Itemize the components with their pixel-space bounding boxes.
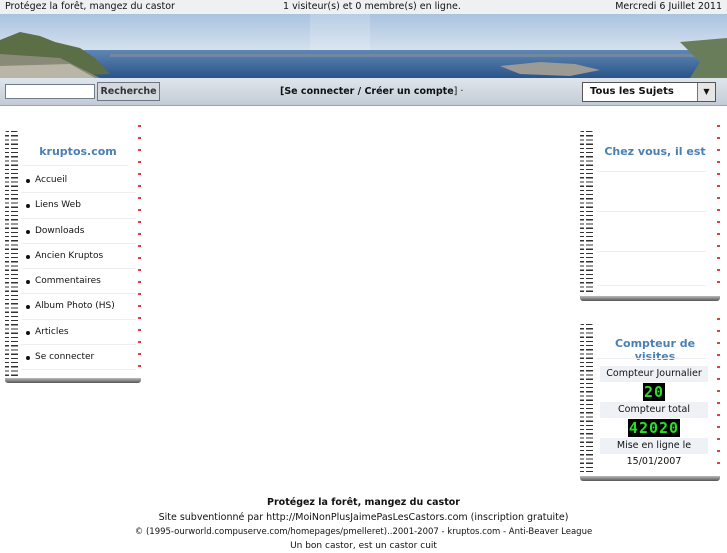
spiral-binding-icon: [5, 131, 18, 377]
topics-select[interactable]: Tous les Sujets ▼: [582, 82, 716, 102]
footer-sponsor: Site subventionné par http://MoiNonPlusJ…: [158, 512, 569, 523]
top-info-bar: Protégez la forêt, mangez du castor 1 vi…: [0, 0, 727, 15]
search-button[interactable]: Recherche: [97, 82, 160, 101]
page-footer: Protégez la forêt, mangez du castor Site…: [0, 495, 727, 553]
panorama-image: [0, 14, 727, 78]
bullet-icon: [26, 330, 30, 335]
bullet-icon: [26, 179, 30, 183]
bullet-icon: [26, 229, 30, 234]
total-counter-label: Compteur total: [600, 402, 708, 418]
clock-block-title: Chez vous, il est: [604, 145, 706, 158]
counter-panel: Compteur Journalier 20 Compteur total 42…: [600, 366, 708, 470]
spiral-binding-icon: [580, 131, 593, 295]
current-date: Mercredi 6 Juillet 2011: [615, 1, 722, 12]
menu-item-articles[interactable]: Articles: [21, 320, 136, 346]
bullet-icon: [26, 204, 30, 209]
menu-item-downloads[interactable]: Downloads: [21, 219, 136, 244]
counter-block-title: Compteur de visites: [614, 337, 696, 363]
menu-item-label: Commentaires: [35, 276, 101, 287]
topics-select-value: Tous les Sujets: [590, 86, 674, 97]
menu-item-label: Se connecter: [35, 352, 95, 363]
dotted-margin: [138, 125, 141, 375]
bracket-close: ] ·: [453, 86, 464, 97]
left-block-title: kruptos.com: [39, 145, 117, 158]
main-menu: Accueil Liens Web Downloads Ancien Krupt…: [21, 168, 136, 371]
divider: [597, 251, 707, 252]
menu-item-label: Articles: [35, 326, 69, 337]
divider: [597, 211, 707, 212]
menu-item-se-connecter[interactable]: Se connecter: [21, 345, 136, 371]
menu-item-liens-web[interactable]: Liens Web: [21, 193, 136, 219]
menu-item-label: Downloads: [35, 225, 85, 236]
dotted-margin: [717, 318, 720, 473]
block-bottom-edge: [5, 378, 141, 383]
menu-item-label: Album Photo (HS): [35, 301, 115, 312]
menu-item-label: Liens Web: [35, 200, 81, 211]
block-bottom-edge: [580, 296, 720, 301]
panorama-banner: [0, 14, 727, 78]
online-since-date: 15/01/2007: [626, 456, 682, 467]
block-bottom-edge: [580, 476, 720, 481]
search-input[interactable]: [5, 84, 95, 99]
menu-item-label: Accueil: [35, 175, 68, 185]
divider: [22, 165, 129, 166]
total-counter-value: 42020: [627, 419, 681, 437]
menu-item-commentaires[interactable]: Commentaires: [21, 269, 136, 295]
menu-item-album-photo[interactable]: Album Photo (HS): [21, 294, 136, 320]
footer-motto: Un bon castor, est un castor cuit: [290, 541, 437, 551]
footer-copyright: © (1995-ourworld.compuserve.com/homepage…: [134, 527, 593, 537]
header-slogan: Protégez la forêt, mangez du castor: [5, 1, 175, 12]
chevron-down-icon[interactable]: ▼: [697, 83, 715, 101]
menu-item-accueil[interactable]: Accueil: [21, 168, 136, 194]
bullet-icon: [26, 356, 30, 361]
visit-counter-block: Compteur de visites Compteur Journalier …: [580, 318, 720, 481]
dotted-margin: [717, 125, 720, 293]
footer-slogan: Protégez la forêt, mangez du castor: [267, 497, 460, 508]
divider: [597, 171, 707, 172]
divider: [597, 358, 707, 359]
menu-item-ancien-kruptos[interactable]: Ancien Kruptos: [21, 244, 136, 270]
bullet-icon: [26, 305, 30, 310]
bullet-icon: [26, 280, 30, 285]
bullet-icon: [26, 254, 30, 259]
online-since-label: Mise en ligne le: [600, 438, 708, 454]
login-area: [Se connecter / Créer un compte] ·: [280, 86, 463, 97]
menu-item-label: Ancien Kruptos: [35, 250, 104, 261]
divider: [597, 285, 707, 286]
daily-counter-label: Compteur Journalier: [600, 366, 708, 382]
daily-counter-value: 20: [642, 383, 666, 401]
visitors-online: 1 visiteur(s) et 0 membre(s) en ligne.: [283, 1, 461, 12]
login-link[interactable]: Se connecter / Créer un compte: [284, 86, 453, 97]
left-menu-block: kruptos.com Accueil Liens Web Downloads …: [5, 125, 141, 383]
clock-block: Chez vous, il est: [580, 125, 720, 301]
spiral-binding-icon: [580, 324, 593, 475]
